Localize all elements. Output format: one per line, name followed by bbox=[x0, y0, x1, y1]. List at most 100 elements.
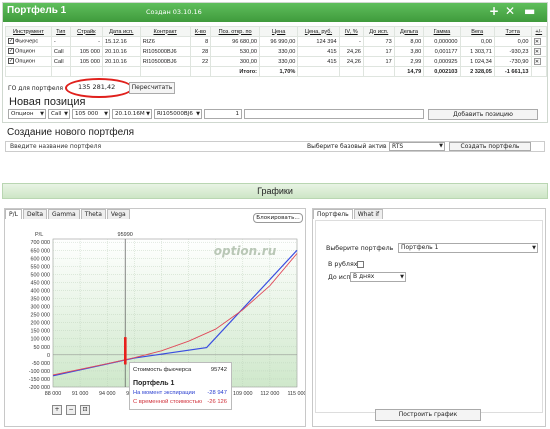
remove-row-icon[interactable]: ✕ bbox=[533, 58, 541, 65]
tab-pl[interactable]: P/L bbox=[5, 209, 22, 219]
table-cell: 415 bbox=[297, 46, 340, 57]
y-tick-label: 600 000 bbox=[31, 256, 51, 262]
to-expiry-select[interactable]: В днях ▼ bbox=[350, 272, 406, 282]
column-header[interactable]: Гамма bbox=[423, 26, 461, 37]
np-type-select[interactable]: Call ▼ bbox=[48, 109, 70, 119]
table-cell: 330,00 bbox=[259, 46, 299, 57]
np-date-select[interactable]: 20.10.16M ▼ bbox=[112, 109, 152, 119]
y-tick-label: 150 000 bbox=[31, 329, 51, 335]
totals-cell bbox=[69, 66, 103, 77]
chevron-down-icon: ▼ bbox=[104, 111, 108, 117]
column-header[interactable]: Тип bbox=[50, 26, 71, 37]
column-header[interactable]: IV, % bbox=[338, 26, 364, 37]
settings-tabs: Портфель What if bbox=[313, 209, 384, 219]
positions-table: Инструмент Тип Страйк Дата исп. Контракт К-во… bbox=[5, 26, 548, 77]
totals-cell bbox=[5, 66, 52, 77]
table-cell: 1 024,34 bbox=[459, 56, 495, 67]
table-cell: 415 bbox=[297, 56, 340, 67]
column-header[interactable]: К-во bbox=[189, 26, 212, 37]
table-cell: Call bbox=[50, 46, 71, 57]
chevron-down-icon: ▼ bbox=[439, 143, 443, 149]
tab-gamma[interactable]: Gamma bbox=[48, 209, 80, 219]
instrument-cell: ✓ Опцион bbox=[5, 46, 52, 57]
column-header[interactable]: Поз. откр. по bbox=[210, 26, 261, 37]
np-instrument-select[interactable]: Опцион ▼ bbox=[8, 109, 46, 119]
y-tick-label: 0 bbox=[47, 353, 50, 359]
instrument-cell: ✓ Фьючерс bbox=[5, 36, 52, 47]
chevron-down-icon: ▼ bbox=[146, 111, 150, 117]
np-price-input[interactable] bbox=[244, 109, 424, 119]
cell-text: Фьючерс bbox=[15, 38, 39, 45]
row-checkbox[interactable]: ✓ bbox=[8, 38, 14, 45]
column-header[interactable]: +/- bbox=[530, 26, 548, 37]
remove-cell: ✕ bbox=[530, 56, 548, 67]
table-cell: 20.10.16 bbox=[101, 46, 141, 57]
portfolio-name-input[interactable]: Введите название портфеля bbox=[7, 142, 279, 151]
np-quantity-input[interactable]: 1 bbox=[204, 109, 242, 119]
table-cell: 22 bbox=[189, 56, 212, 67]
totals-cell bbox=[338, 66, 364, 77]
chevron-down-icon: ▼ bbox=[532, 245, 536, 251]
add-icon[interactable]: + bbox=[489, 4, 499, 18]
table-cell: 0,000925 bbox=[423, 56, 461, 67]
table-row[interactable]: ✓ Фьючерс - -15.12.16 RIZ6 8 96 680,00 96 990,0… bbox=[5, 36, 548, 47]
table-cell: 73 bbox=[362, 36, 395, 47]
instrument-cell: ✓ Опцион bbox=[5, 56, 52, 67]
minimize-icon[interactable]: ▬ bbox=[524, 4, 535, 18]
column-header[interactable]: Дата исп. bbox=[101, 26, 141, 37]
column-header[interactable]: До исп. bbox=[362, 26, 395, 37]
table-cell: 8 bbox=[189, 36, 212, 47]
y-tick-label: 50 000 bbox=[34, 345, 51, 351]
totals-cell bbox=[297, 66, 340, 77]
x-tick-label: 115 000 bbox=[287, 391, 305, 397]
column-header[interactable]: Цена, руб. bbox=[297, 26, 340, 37]
column-header[interactable]: Цена bbox=[259, 26, 299, 37]
totals-cell bbox=[139, 66, 191, 77]
portfolio-select[interactable]: Портфель 1 ▼ bbox=[398, 243, 538, 253]
row-checkbox[interactable]: ✓ bbox=[8, 58, 14, 65]
column-header[interactable]: Контракт bbox=[139, 26, 191, 37]
base-asset-select[interactable]: RTS ▼ bbox=[389, 142, 445, 151]
remove-row-icon[interactable]: ✕ bbox=[533, 38, 541, 45]
table-cell: 330,00 bbox=[259, 56, 299, 67]
np-contract-select[interactable]: RI105000BJ6 ▼ bbox=[154, 109, 202, 119]
column-header[interactable]: Страйк bbox=[69, 26, 103, 37]
table-cell: 3,80 bbox=[393, 46, 425, 57]
totals-row: Итого: 1,70% 14,79 0,002103 2 328,05 -1 661,1… bbox=[5, 66, 548, 77]
zoom-in-icon[interactable]: + bbox=[52, 405, 62, 415]
remove-row-icon[interactable]: ✕ bbox=[533, 48, 541, 55]
settings-body: Выберите портфель Портфель 1 ▼ В рублях: … bbox=[315, 220, 543, 413]
cell-text: Опцион bbox=[15, 58, 35, 65]
table-cell: 17 bbox=[362, 56, 395, 67]
tab-portfolio[interactable]: Портфель bbox=[313, 209, 353, 219]
row-checkbox[interactable]: ✓ bbox=[8, 48, 14, 55]
table-row[interactable]: ✓ Опцион Call 105 000 20.10.16 RI105000BJ6 22 3… bbox=[5, 56, 548, 67]
tab-what-if[interactable]: What if bbox=[353, 209, 384, 219]
np-strike-select[interactable]: 105 000 ▼ bbox=[72, 109, 110, 119]
create-portfolio-button[interactable]: Создать портфель bbox=[449, 142, 531, 151]
column-header[interactable]: Дельта bbox=[393, 26, 425, 37]
tab-vega[interactable]: Vega bbox=[106, 209, 130, 219]
y-tick-label: -150 000 bbox=[29, 377, 50, 383]
y-tick-label: 450 000 bbox=[31, 280, 51, 286]
base-asset-label: Выберите базовый актив bbox=[307, 143, 387, 150]
tab-theta[interactable]: Theta bbox=[80, 209, 106, 219]
zoom-reset-icon[interactable]: ⊡ bbox=[80, 405, 90, 415]
x-tick-label: 88 000 bbox=[45, 391, 62, 397]
close-icon[interactable]: ✕ bbox=[505, 4, 515, 18]
table-row[interactable]: ✓ Опцион Call 105 000 20.10.16 RI105000BJ6 28 5… bbox=[5, 46, 548, 57]
remove-cell: ✕ bbox=[530, 36, 548, 47]
zoom-out-icon[interactable]: − bbox=[66, 405, 76, 415]
add-position-button[interactable]: Добавить позицию bbox=[428, 109, 538, 120]
tab-delta[interactable]: Delta bbox=[22, 209, 47, 219]
column-header[interactable]: Инструмент bbox=[5, 26, 52, 37]
rubles-checkbox[interactable] bbox=[357, 261, 364, 268]
table-cell: 24,26 bbox=[338, 46, 364, 57]
recalculate-button[interactable]: Пересчитать bbox=[129, 82, 175, 94]
column-header[interactable]: Вега bbox=[459, 26, 495, 37]
build-chart-button[interactable]: Построить график bbox=[375, 409, 481, 421]
create-portfolio-row: Введите название портфеля Выберите базов… bbox=[5, 141, 545, 152]
column-header[interactable]: Тэтта bbox=[493, 26, 532, 37]
table-cell: 0,00 bbox=[493, 36, 532, 47]
table-cell: 17 bbox=[362, 46, 395, 57]
